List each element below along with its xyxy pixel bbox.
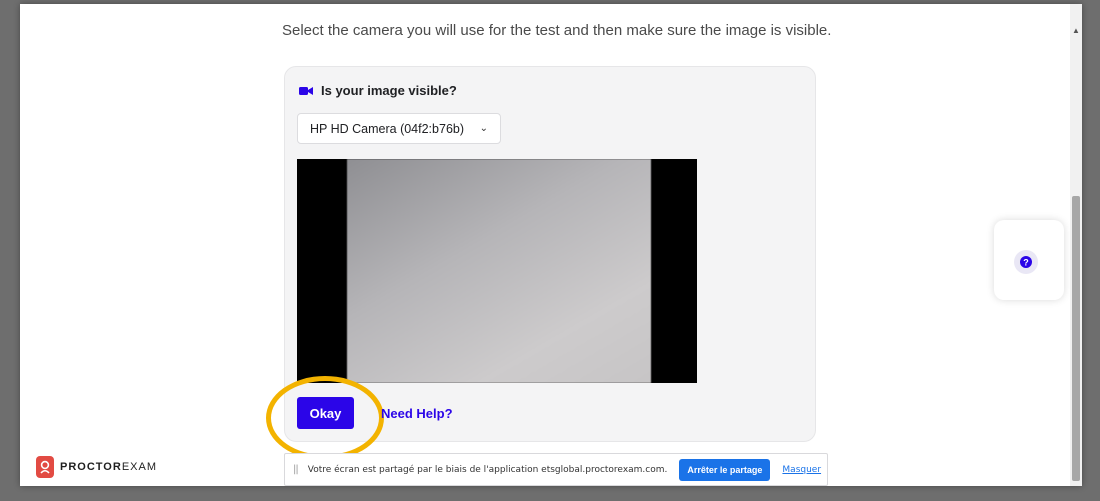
camera-preview [297,159,697,383]
card-header: Is your image visible? [299,83,457,98]
camera-select-value: HP HD Camera (04f2:b76b) [310,121,465,136]
logo-text: PROCTOREXAM [60,461,157,473]
hide-link[interactable]: Masquer [782,465,821,475]
scroll-up-arrow-icon[interactable]: ▲ [1072,26,1080,35]
okay-button[interactable]: Okay [297,397,354,429]
help-button[interactable]: ? [1014,250,1038,274]
logo-text-light: EXAM [121,461,157,473]
camera-check-card: Is your image visible? HP HD Camera (04f… [266,66,816,460]
stop-sharing-button[interactable]: Arrêter le partage [679,458,771,481]
logo-text-strong: PROCTOR [60,461,122,473]
camera-select[interactable]: HP HD Camera (04f2:b76b) ⌄ [297,113,501,144]
video-camera-icon [299,86,313,95]
floating-help-panel: ? [994,220,1064,300]
camera-feed-image [347,159,651,383]
scrollbar-thumb[interactable] [1072,196,1080,481]
svg-text:?: ? [1023,257,1029,267]
card-title: Is your image visible? [321,83,457,98]
share-notice-text: Votre écran est partagé par le biais de … [307,464,668,475]
proctorexam-logo: PROCTOREXAM [36,456,157,478]
drag-handle-icon[interactable]: || [293,464,299,475]
chevron-down-icon: ⌄ [479,123,488,134]
question-circle-icon: ? [1020,256,1032,268]
screen-share-notification: || Votre écran est partagé par le biais … [284,453,828,486]
instruction-text: Select the camera you will use for the t… [282,22,832,39]
vertical-scrollbar[interactable]: ▲ [1070,4,1082,486]
browser-viewport: Select the camera you will use for the t… [20,4,1082,486]
proctorexam-badge-icon [36,456,54,478]
need-help-link[interactable]: Need Help? [381,406,453,421]
